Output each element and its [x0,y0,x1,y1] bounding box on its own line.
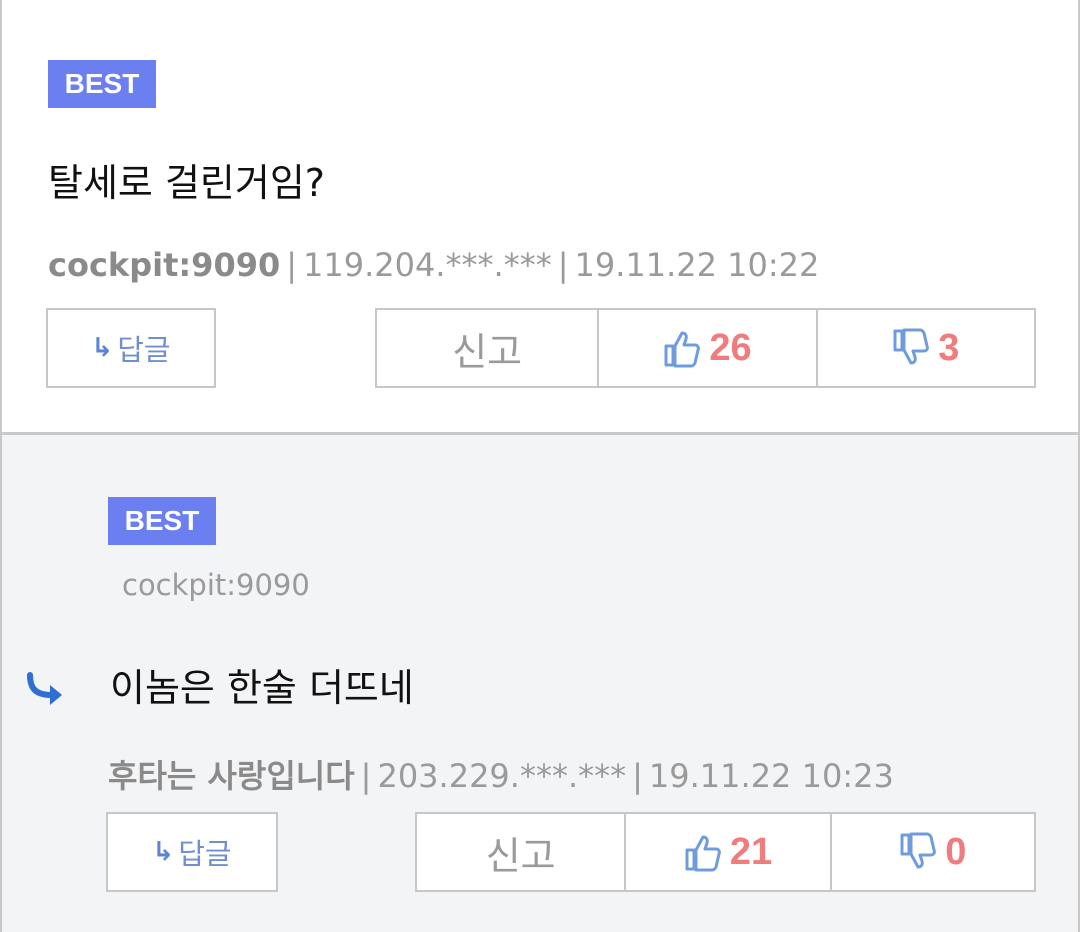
comment-actions: 신고 21 0 [415,812,1036,892]
comment-ip: 119.204.***.*** [303,246,552,284]
reply-label: 답글 [117,333,171,367]
comment-ip: 203.229.***.*** [377,757,627,795]
like-button[interactable]: 21 [624,814,829,890]
like-button[interactable]: 26 [597,310,815,386]
dislike-button[interactable]: 0 [829,814,1034,890]
comment-actions: 신고 26 3 [375,308,1036,388]
like-count: 21 [729,830,773,873]
thumbs-down-icon [900,832,937,869]
best-badge: BEST [48,60,156,108]
comment-meta: 후타는 사랑입니다 | 203.229.***.*** | 19.11.22 10:23 [108,757,894,795]
report-button[interactable]: 신고 [377,310,597,386]
comment-date: 19.11.22 10:22 [574,246,820,284]
reply-small-arrow-icon: ↳ [91,333,114,363]
comment-author[interactable]: 후타는 사랑입니다 [108,757,355,795]
quoted-author: cockpit:9090 [122,568,310,602]
report-button[interactable]: 신고 [417,814,624,890]
comment-text: 탈세로 걸린거임? [48,161,325,205]
thumbs-down-icon [893,328,930,365]
comment-meta: cockpit:9090 | 119.204.***.*** | 19.11.22 10… [48,246,820,284]
comment-author[interactable]: cockpit:9090 [48,246,280,284]
reply-button[interactable]: ↳ 답글 [46,308,216,388]
thumbs-up-icon [664,331,701,368]
comment-date: 19.11.22 10:23 [648,757,894,795]
reply-button[interactable]: ↳ 답글 [106,812,278,892]
reply-label: 답글 [178,837,232,871]
like-count: 26 [709,326,752,369]
reply-small-arrow-icon: ↳ [152,837,175,867]
dislike-count: 0 [945,830,967,873]
comment-1: BEST 탈세로 걸린거임? cockpit:9090 | 119.204.***.… [0,0,1080,432]
comment-2: BEST cockpit:9090 이놈은 한술 더뜨네 후타는 사랑입니다 | 2… [0,432,1080,932]
dislike-button[interactable]: 3 [815,310,1034,386]
reply-arrow-icon [27,672,62,705]
best-badge: BEST [108,497,216,545]
comment-text: 이놈은 한술 더뜨네 [110,666,414,710]
dislike-count: 3 [938,326,960,369]
thumbs-up-icon [685,835,721,872]
